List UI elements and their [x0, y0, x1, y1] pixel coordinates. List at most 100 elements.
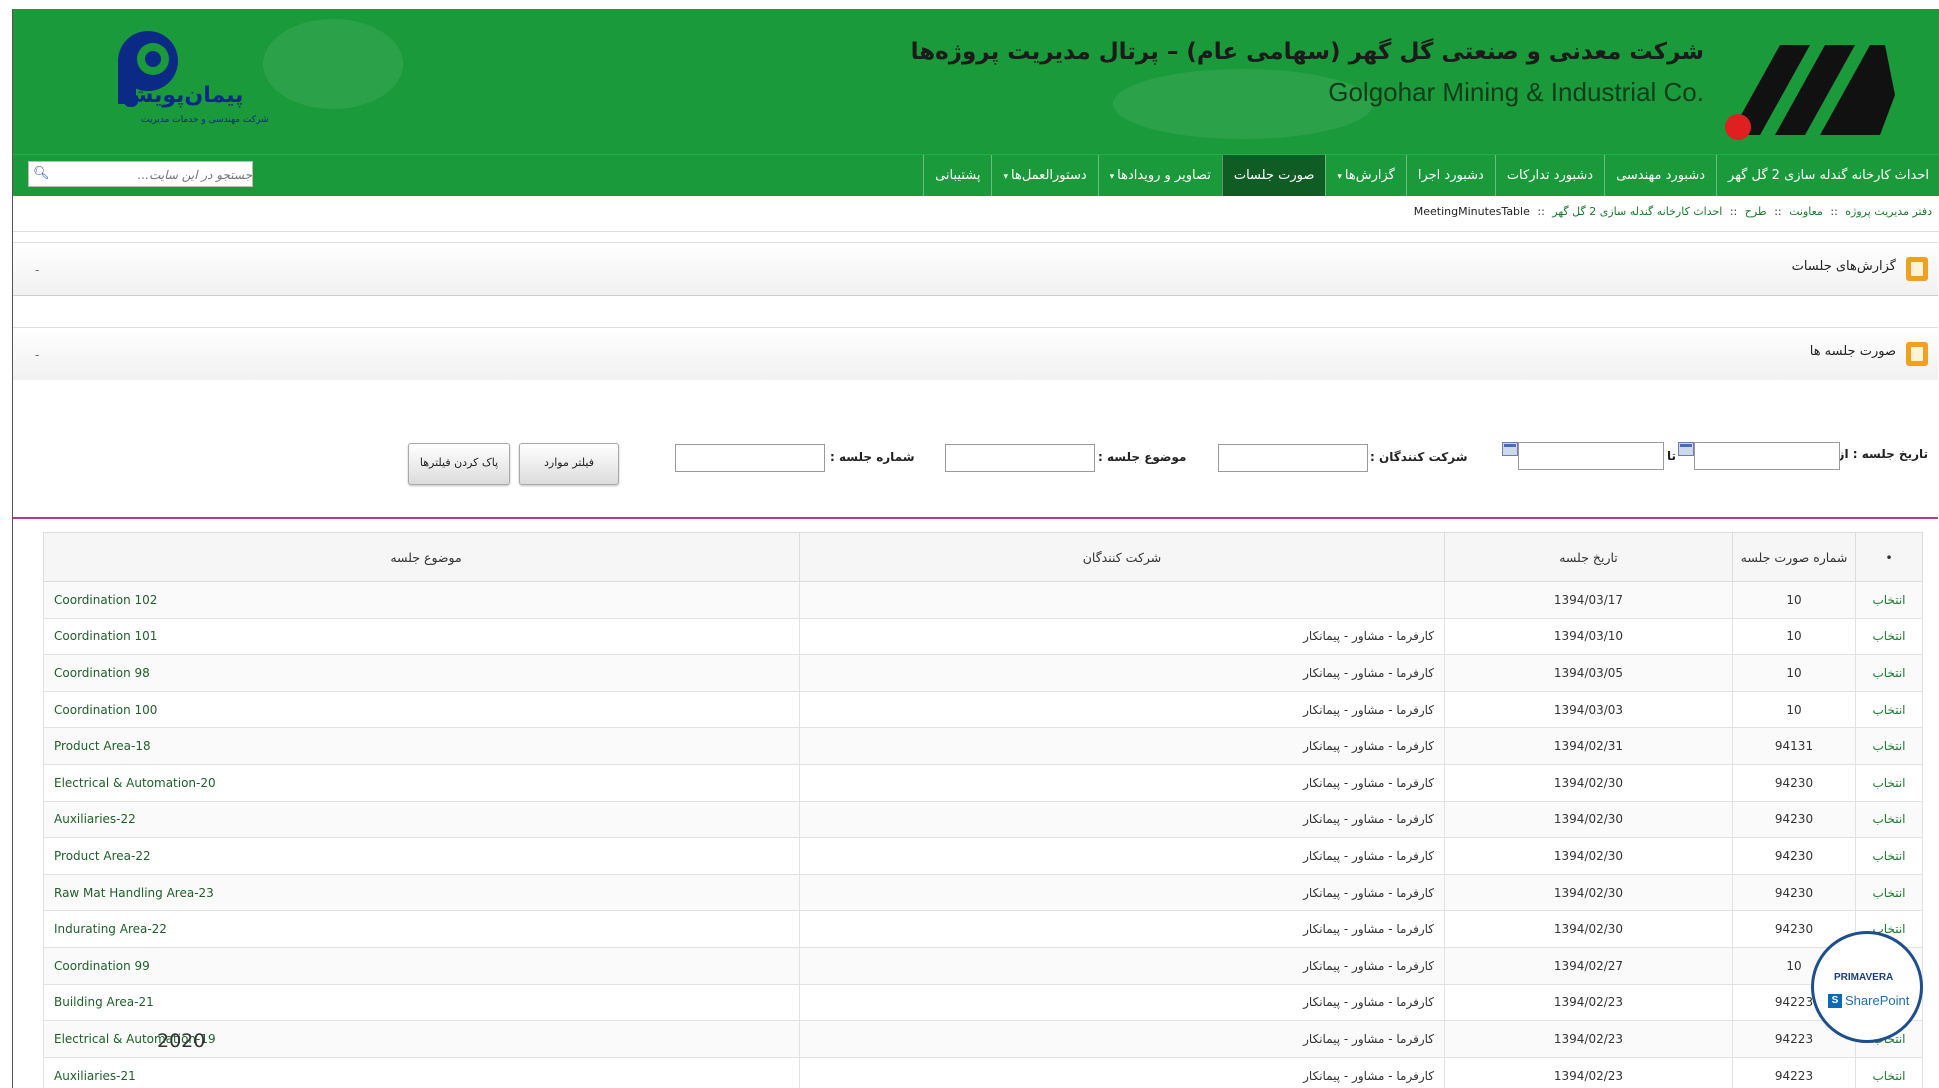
nav-item-label: گزارش‌ها [1344, 168, 1395, 183]
column-header-select: • [1855, 532, 1923, 582]
subject-link[interactable]: Building Area-21 [54, 995, 154, 1009]
subject-link[interactable]: Raw Mat Handling Area-23 [54, 886, 214, 900]
date-cell: 1394/02/30 [1444, 800, 1733, 839]
select-link[interactable]: انتخاب [1873, 629, 1906, 643]
select-link[interactable]: انتخاب [1873, 666, 1906, 680]
world-map-decoration [263, 19, 403, 109]
panel-header[interactable]: گزارش‌های جلسات - [13, 243, 1938, 295]
subject-input[interactable] [945, 444, 1095, 472]
search-icon[interactable]: 🔍︎ [33, 166, 50, 182]
panel-header[interactable]: صورت جلسه ها - [13, 328, 1938, 380]
date-to-input[interactable] [1518, 442, 1664, 470]
select-link[interactable]: انتخاب [1873, 703, 1906, 717]
pouyesh-logo-subtitle: شرکت مهندسی و خدمات مدیریت [141, 115, 269, 125]
date-cell: 1394/03/03 [1444, 690, 1733, 729]
pouyesh-logo[interactable]: پیمان‌پویش شرکت مهندسی و خدمات مدیریت [103, 29, 283, 139]
document-icon [1906, 342, 1928, 366]
select-link[interactable]: انتخاب [1873, 739, 1906, 753]
select-link[interactable]: انتخاب [1873, 1069, 1906, 1083]
select-link[interactable]: انتخاب [1873, 593, 1906, 607]
calendar-icon[interactable] [1678, 442, 1694, 456]
breadcrumb-item-project[interactable]: احداث کارخانه گندله سازی 2 گل گهر [1552, 205, 1722, 218]
golgohar-logo[interactable] [1720, 35, 1900, 145]
participants-cell: کارفرما - مشاور - پیمانکار [799, 654, 1445, 692]
participants-cell: کارفرما - مشاور - پیمانکار [799, 690, 1445, 729]
nav-item-project-home[interactable]: احداث کارخانه گندله سازی 2 گل گهر [1716, 155, 1939, 196]
date-cell: 1394/03/17 [1444, 581, 1733, 619]
select-link[interactable]: انتخاب [1873, 886, 1906, 900]
sharepoint-label: SharePoint [1845, 993, 1910, 1008]
subject-link[interactable]: Coordination 102 [54, 593, 157, 607]
subject-link[interactable]: Indurating Area-22 [54, 922, 167, 936]
nav-item-reports[interactable]: گزارش‌ها▾ [1325, 155, 1405, 196]
breadcrumb: دفتر مدیریت پروژه :: معاونت :: طرح :: اح… [1414, 205, 1932, 218]
column-header-participants[interactable]: شرکت کنندگان [799, 532, 1445, 582]
table-row: Coordination 100 کارفرما - مشاور - پیمان… [43, 690, 1923, 729]
select-link[interactable]: انتخاب [1873, 776, 1906, 790]
nav-item-support[interactable]: پشتیبانی [923, 155, 991, 196]
meeting-number-label: شماره جلسه : [830, 450, 915, 464]
nav-item-procurement-dashboard[interactable]: دشبورد تدارکات [1494, 155, 1604, 196]
participants-cell: کارفرما - مشاور - پیمانکار [799, 617, 1445, 656]
panel-title: صورت جلسه ها [1809, 344, 1896, 359]
subject-link[interactable]: Coordination 99 [54, 959, 150, 973]
nav-item-instructions[interactable]: دستورالعمل‌ها▾ [991, 155, 1097, 196]
breadcrumb-separator: :: [1729, 205, 1738, 218]
breadcrumb-item-plan[interactable]: طرح [1745, 205, 1767, 218]
column-header-subject[interactable]: موضوع جلسه [43, 532, 800, 582]
select-link[interactable]: انتخاب [1873, 849, 1906, 863]
date-cell: 1394/03/05 [1444, 654, 1733, 692]
golgohar-logo-mark [1725, 45, 1895, 140]
date-cell: 1394/02/31 [1444, 727, 1733, 765]
meeting-number-input[interactable] [675, 444, 825, 472]
breadcrumb-item-deputy[interactable]: معاونت [1789, 205, 1823, 218]
subject-link[interactable]: Electrical & Automation-20 [54, 776, 216, 790]
table-row: Product Area-18 کارفرما - مشاور - پیمانک… [43, 727, 1923, 765]
date-cell: 1394/02/30 [1444, 763, 1733, 802]
number-cell: 94223 [1732, 1056, 1856, 1088]
breadcrumb-separator: :: [1830, 205, 1838, 218]
collapse-toggle[interactable]: - [35, 263, 39, 277]
sharepoint-label-wrap: S SharePoint [1828, 993, 1909, 1008]
subject-link[interactable]: Auxiliaries-21 [54, 1069, 136, 1083]
breadcrumb-separator: :: [1537, 205, 1545, 218]
subject-link[interactable]: Coordination 98 [54, 666, 150, 680]
date-cell: 1394/03/10 [1444, 617, 1733, 656]
breadcrumb-item-pmo[interactable]: دفتر مدیریت پروژه [1845, 205, 1932, 218]
portal-title-fa: شرکت معدنی و صنعتی گل گهر (سهامی عام) – … [910, 39, 1704, 65]
date-from-input[interactable] [1694, 442, 1840, 470]
participants-input[interactable] [1218, 444, 1368, 472]
nav-item-engineering-dashboard[interactable]: دشبورد مهندسی [1604, 155, 1716, 196]
site-header: پیمان‌پویش شرکت مهندسی و خدمات مدیریت شر… [13, 9, 1939, 154]
number-cell: 10 [1732, 690, 1856, 729]
nav-item-label: دستورالعمل‌ها [1011, 168, 1087, 183]
subject-link[interactable]: Product Area-18 [54, 739, 151, 753]
search-input[interactable] [55, 162, 254, 188]
calendar-icon[interactable] [1502, 442, 1518, 456]
table-row: Coordination 102 1394/03/17 10 انتخاب [43, 581, 1923, 619]
subject-link[interactable]: Coordination 101 [54, 629, 157, 643]
filter-button[interactable]: فیلتر موارد [519, 443, 619, 485]
nav-item-photos-events[interactable]: تصاویر و رویدادها▾ [1097, 155, 1222, 196]
column-header-date[interactable]: تاریخ جلسه [1444, 532, 1733, 582]
number-cell: 10 [1732, 581, 1856, 619]
participants-cell: کارفرما - مشاور - پیمانکار [799, 873, 1445, 912]
breadcrumb-separator: :: [1774, 205, 1782, 218]
collapse-toggle[interactable]: - [35, 348, 39, 362]
number-cell: 94230 [1732, 763, 1856, 802]
clear-filters-button[interactable]: پاک کردن فیلترها [408, 443, 510, 485]
nav-item-meeting-minutes[interactable]: صورت جلسات [1221, 155, 1326, 196]
subject-link[interactable]: Auxiliaries-22 [54, 812, 136, 826]
nav-item-construction-dashboard[interactable]: دشبورد اجرا [1405, 155, 1495, 196]
date-cell: 1394/02/30 [1444, 837, 1733, 875]
subject-link[interactable]: Coordination 100 [54, 703, 157, 717]
subject-link[interactable]: Product Area-22 [54, 849, 151, 863]
participants-cell: کارفرما - مشاور - پیمانکار [799, 727, 1445, 765]
select-link[interactable]: انتخاب [1873, 812, 1906, 826]
number-cell: 10 [1732, 617, 1856, 656]
top-navigation-bar: احداث کارخانه گندله سازی 2 گل گهر دشبورد… [13, 154, 1939, 196]
caret-down-icon: ▾ [1003, 172, 1008, 182]
participants-cell: کارفرما - مشاور - پیمانکار [799, 983, 1445, 1022]
table-row: Coordination 98 کارفرما - مشاور - پیمانک… [43, 654, 1923, 692]
column-header-number[interactable]: شماره صورت جلسه [1732, 532, 1856, 582]
